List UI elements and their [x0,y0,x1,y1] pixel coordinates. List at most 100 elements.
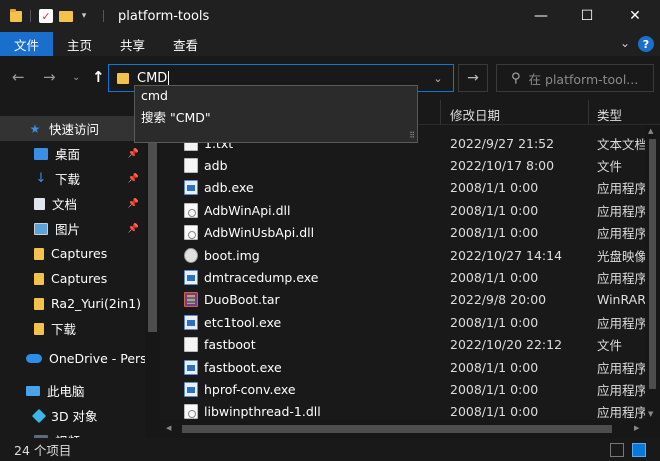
resize-grip-icon[interactable]: ⠿ [409,131,415,140]
sidebar-item-3d-objects[interactable]: 3D 对象 [0,403,145,428]
file-row[interactable]: fastboot.exe 2008/1/1 0:00 应用程序 [160,356,645,378]
file-row[interactable]: AdbWinUsbApi.dll 2008/1/1 0:00 应用程序 [160,222,645,244]
file-date: 2008/1/1 0:00 [450,225,539,241]
3d-objects-icon [31,408,47,423]
document-icon [34,197,45,210]
status-bar: 24 个项目 [0,438,660,461]
sidebar-item-ra2-yuri[interactable]: Ra2_Yuri(2in1) [0,291,145,316]
chevron-down-icon[interactable]: ⌄ [620,36,630,52]
maximize-button[interactable]: ☐ [564,0,610,32]
folder-icon [34,322,44,335]
scroll-up-icon[interactable]: ▲ [648,127,653,135]
tab-file[interactable]: 文件 [0,32,54,56]
navigation-pane: ★ 快速访问 桌面 📌 ↓ 下载 📌 文档 📌 图片 📌 Captures Ca… [0,112,160,438]
column-date[interactable]: 修改日期 [450,105,500,124]
scrollbar-thumb[interactable] [182,425,612,433]
tab-home[interactable]: 主页 [53,32,106,56]
file-row[interactable]: fastboot 2022/10/20 22:12 文件 [160,334,645,356]
sidebar-item-label: 快速访问 [49,122,100,137]
file-row[interactable]: AdbWinApi.dll 2008/1/1 0:00 应用程序 [160,199,645,221]
file-row[interactable]: DuoBoot.tar 2022/9/8 20:00 WinRAR [160,289,645,311]
properties-icon[interactable]: ✓ [39,9,53,23]
scroll-down-icon[interactable]: ▼ [648,410,653,418]
sidebar-scrollbar[interactable] [145,112,160,438]
file-row[interactable]: dmtracedump.exe 2008/1/1 0:00 应用程序 [160,266,645,288]
autocomplete-item[interactable]: cmd [141,88,168,103]
file-type: 应用程序 [597,360,645,376]
file-date: 2008/1/1 0:00 [450,382,539,398]
scroll-left-icon[interactable]: ◀ [166,424,171,432]
horizontal-scrollbar[interactable]: ◀ ▶ [160,420,660,438]
file-row[interactable]: libwinpthread-1.dll 2008/1/1 0:00 应用程序 [160,401,645,420]
file-row[interactable]: hprof-conv.exe 2008/1/1 0:00 应用程序 [160,378,645,400]
scrollbar-thumb[interactable] [649,139,656,389]
explorer-window: ✓ ▾ platform-tools — ☐ ✕ 文件 主页 共享 查看 ⌄ ?… [0,0,660,461]
sidebar-item-downloads[interactable]: ↓ 下载 📌 [0,166,145,191]
pin-icon: 📌 [127,223,139,234]
new-folder-icon[interactable] [59,10,73,22]
sidebar-item-label: 视频 [55,431,80,438]
file-list-scrollbar[interactable]: ▲ ▼ [645,125,660,420]
tab-share[interactable]: 共享 [106,32,159,56]
file-row[interactable]: adb.exe 2008/1/1 0:00 应用程序 [160,177,645,199]
disc-image-icon [184,247,198,263]
sidebar-item-quick-access[interactable]: ★ 快速访问 [0,116,145,141]
up-button[interactable]: ↑ [92,68,105,86]
close-button[interactable]: ✕ [612,0,658,32]
dll-icon [184,225,198,241]
dll-icon [184,202,198,218]
file-date: 2008/1/1 0:00 [450,202,539,218]
search-input[interactable]: ⚲ 在 platform-tool... [496,64,654,92]
back-button[interactable]: ← [12,68,25,86]
sidebar-item-label: OneDrive - Persc [49,351,145,366]
minimize-button[interactable]: — [518,0,564,32]
forward-button[interactable]: → [43,68,56,86]
file-name: hprof-conv.exe [204,382,296,398]
file-row[interactable]: etc1tool.exe 2008/1/1 0:00 应用程序 [160,311,645,333]
sidebar-item-videos[interactable]: 视频 [0,428,145,438]
sidebar-item-onedrive[interactable]: OneDrive - Persc [0,346,145,371]
pin-icon: 📌 [127,173,139,184]
quick-access-dropdown-icon[interactable]: ▾ [79,9,89,23]
sidebar-item-this-pc[interactable]: 此电脑 [0,378,145,403]
sidebar-item-label: 桌面 [55,147,81,162]
file-icon [184,158,198,174]
file-date: 2022/10/17 8:00 [450,158,555,174]
tab-view[interactable]: 查看 [159,32,212,56]
pictures-icon [34,222,48,235]
column-divider[interactable] [588,100,589,125]
pin-icon: 📌 [127,148,139,159]
address-dropdown-button[interactable]: ⌄ [423,64,453,92]
file-row[interactable]: adb 2022/10/17 8:00 文件 [160,154,645,176]
scrollbar-thumb[interactable] [148,142,157,332]
file-row[interactable]: boot.img 2022/10/27 14:14 光盘映像 [160,244,645,266]
sidebar-item-label: 3D 对象 [51,409,98,424]
go-button[interactable]: → [458,64,488,92]
file-type: 文件 [597,159,623,175]
sidebar-item-desktop[interactable]: 桌面 📌 [0,141,145,166]
sidebar-item-captures[interactable]: Captures [0,241,145,266]
file-type: 光盘映像 [597,248,645,264]
pin-icon: 📌 [127,198,139,209]
file-name: adb.exe [204,180,254,196]
sidebar-item-documents[interactable]: 文档 📌 [0,191,145,216]
dll-icon [184,404,198,420]
scroll-right-icon[interactable]: ▶ [634,424,639,432]
details-view-button[interactable] [610,443,624,457]
autocomplete-item[interactable]: 搜索 "CMD" [141,107,211,126]
recent-locations-button[interactable]: ⌄ [72,72,80,83]
sidebar-item-captures[interactable]: Captures [0,266,145,291]
file-type: 应用程序 [597,383,645,399]
help-icon[interactable]: ? [638,36,654,52]
file-name: adb [204,158,228,174]
large-icons-view-button[interactable] [632,443,646,457]
file-type: 应用程序 [597,181,645,197]
archive-icon [184,292,198,308]
star-icon: ★ [29,121,41,136]
folder-icon [34,297,44,310]
column-type[interactable]: 类型 [597,105,622,124]
sidebar-item-downloads-folder[interactable]: 下载 [0,316,145,341]
column-divider[interactable] [440,100,441,125]
sidebar-item-pictures[interactable]: 图片 📌 [0,216,145,241]
address-value[interactable]: CMD [137,71,167,86]
